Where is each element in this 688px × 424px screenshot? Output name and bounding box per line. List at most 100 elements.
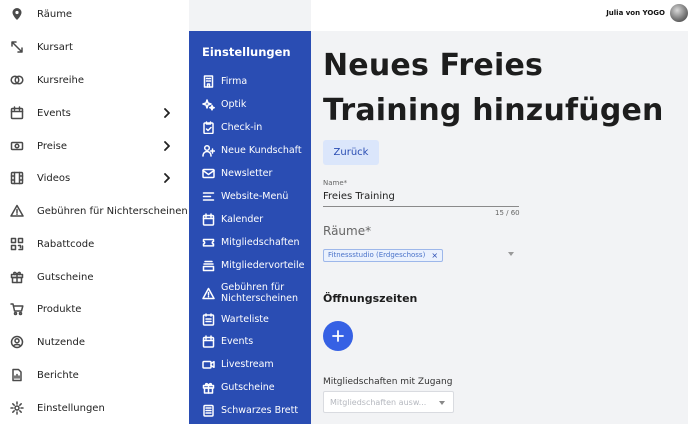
- nav-item-label: Videos: [37, 172, 71, 184]
- arrows-icon: [10, 40, 24, 54]
- chevron-down-icon: [508, 252, 514, 256]
- nav-item-rabattcode[interactable]: Rabattcode: [0, 231, 189, 257]
- page-title: Neues Freies Training hinzufügen: [323, 48, 664, 128]
- gift-icon: [10, 270, 24, 284]
- nav-item-label: Preise: [37, 140, 68, 152]
- name-input-underline: [323, 206, 519, 207]
- nav-item-label: Kursreihe: [37, 74, 85, 86]
- chip-remove-icon[interactable]: ×: [431, 251, 438, 260]
- settings-item-warteliste[interactable]: Warteliste: [189, 312, 311, 326]
- user-menu[interactable]: Julia von YOGO: [606, 0, 688, 26]
- settings-title: Einstellungen: [202, 45, 291, 59]
- nav-item-label: Räume: [37, 8, 73, 20]
- nav-item-label: Rabattcode: [37, 238, 95, 250]
- membership-select[interactable]: Mitgliedschaften ausw...: [323, 391, 454, 413]
- settings-item-label: Kalender: [221, 213, 264, 225]
- settings-item-gebuehren[interactable]: Gebühren für Nichterscheinen: [189, 281, 311, 305]
- nav-item-kursreihe[interactable]: Kursreihe: [0, 67, 189, 93]
- gift-icon: [202, 381, 215, 394]
- settings-item-checkin[interactable]: Check-in: [189, 120, 311, 134]
- cart-icon: [10, 302, 24, 316]
- name-input[interactable]: Freies Training: [323, 191, 395, 202]
- settings-item-newsletter[interactable]: Newsletter: [189, 166, 311, 180]
- settings-item-label: Optik: [221, 98, 247, 110]
- main-content: Neues Freies Training hinzufügen Zurück …: [311, 31, 688, 424]
- user-plus-icon: [202, 144, 215, 157]
- settings-item-label: Gebühren für: [221, 282, 285, 293]
- warning-icon: [202, 287, 215, 300]
- settings-item-label: Neue Kundschaft: [221, 144, 302, 156]
- nav-item-nutzende[interactable]: Nutzende: [0, 329, 189, 355]
- board-icon: [202, 404, 215, 417]
- user-name: Julia von YOGO: [606, 9, 665, 17]
- settings-item-label: Warteliste: [221, 313, 269, 325]
- menu-lines-icon: [202, 190, 215, 203]
- chevron-down-icon: [439, 401, 445, 405]
- nav-item-label: Gutscheine: [37, 271, 94, 283]
- settings-item-website-menu[interactable]: Website-Menü: [189, 189, 311, 203]
- clipboard-check-icon: [202, 120, 215, 134]
- nav-item-events[interactable]: Events: [0, 100, 189, 126]
- avatar: [670, 4, 688, 22]
- nav-item-label: Produkte: [37, 303, 82, 315]
- report-icon: [10, 368, 24, 382]
- calendar-icon: [202, 212, 215, 226]
- settings-item-schwarzes-brett[interactable]: Schwarzes Brett: [189, 403, 311, 417]
- nav-item-label: Kursart: [37, 41, 73, 53]
- film-icon: [10, 171, 24, 185]
- nav-item-preise[interactable]: Preise: [0, 133, 189, 159]
- calendar-icon: [202, 334, 215, 348]
- settings-item-label: Website-Menü: [221, 190, 289, 202]
- building-icon: [202, 74, 215, 88]
- rooms-field-label: Räume*: [323, 224, 372, 238]
- ticket-icon: [202, 236, 215, 249]
- membership-placeholder: Mitgliedschaften ausw...: [330, 397, 427, 407]
- settings-item-gutscheine[interactable]: Gutscheine: [189, 380, 311, 394]
- nav-item-label: Nutzende: [37, 336, 85, 348]
- map-pin-icon: [10, 7, 24, 21]
- settings-panel: Einstellungen Firma Optik Check-in Neue …: [189, 31, 311, 424]
- settings-item-mitgliedschaften[interactable]: Mitgliedschaften: [189, 235, 311, 249]
- nav-item-berichte[interactable]: Berichte: [0, 362, 189, 388]
- settings-item-label: Events: [221, 335, 254, 347]
- nav-item-produkte[interactable]: Produkte: [0, 296, 189, 322]
- settings-item-label: Schwarzes Brett: [221, 404, 299, 416]
- settings-item-events[interactable]: Events: [189, 334, 311, 348]
- room-chip: Fitnessstudio (Erdgeschoss) ×: [323, 248, 444, 262]
- nav-item-gutscheine[interactable]: Gutscheine: [0, 264, 189, 290]
- circles-icon: [10, 73, 24, 87]
- nav-item-label: Events: [37, 107, 71, 119]
- add-opening-hours-button[interactable]: [323, 321, 353, 351]
- nav-item-videos[interactable]: Videos: [0, 165, 189, 191]
- mail-icon: [202, 167, 215, 180]
- nav-item-label: Gebühren für Nichterscheinen: [37, 205, 188, 217]
- settings-item-firma[interactable]: Firma: [189, 74, 311, 88]
- settings-item-optik[interactable]: Optik: [189, 97, 311, 111]
- settings-item-label: Firma: [221, 75, 248, 87]
- name-field-label: Name*: [323, 179, 348, 187]
- settings-item-neue-kundschaft[interactable]: Neue Kundschaft: [189, 143, 311, 157]
- settings-item-kalender[interactable]: Kalender: [189, 212, 311, 226]
- settings-item-livestream[interactable]: Livestream: [189, 357, 311, 371]
- nav-item-raeume[interactable]: Räume: [0, 1, 189, 27]
- stack-icon: [202, 259, 215, 272]
- settings-item-mitgliedervorteile[interactable]: Mitgliedervorteile: [189, 258, 311, 272]
- settings-item-label: Mitgliedschaften: [221, 236, 300, 248]
- settings-item-label: Newsletter: [221, 167, 273, 179]
- rooms-select[interactable]: Fitnessstudio (Erdgeschoss) ×: [323, 244, 519, 266]
- video-icon: [202, 358, 215, 371]
- settings-item-label: Gutscheine: [221, 381, 275, 393]
- name-char-counter: 15 / 60: [495, 209, 520, 217]
- chevron-right-icon: [163, 173, 171, 183]
- nav-item-gebuehren[interactable]: Gebühren für Nichterscheinen: [0, 198, 189, 224]
- settings-item-label: Mitgliedervorteile: [221, 259, 305, 271]
- list-calendar-icon: [202, 312, 215, 326]
- back-button[interactable]: Zurück: [323, 140, 379, 165]
- nav-item-kursart[interactable]: Kursart: [0, 34, 189, 60]
- nav-item-label: Einstellungen: [37, 402, 105, 414]
- chevron-right-icon: [163, 108, 171, 118]
- opening-hours-title: Öffnungszeiten: [323, 292, 418, 305]
- gear-icon: [10, 401, 24, 415]
- nav-item-einstellungen[interactable]: Einstellungen: [0, 395, 189, 421]
- qr-code-icon: [10, 237, 24, 251]
